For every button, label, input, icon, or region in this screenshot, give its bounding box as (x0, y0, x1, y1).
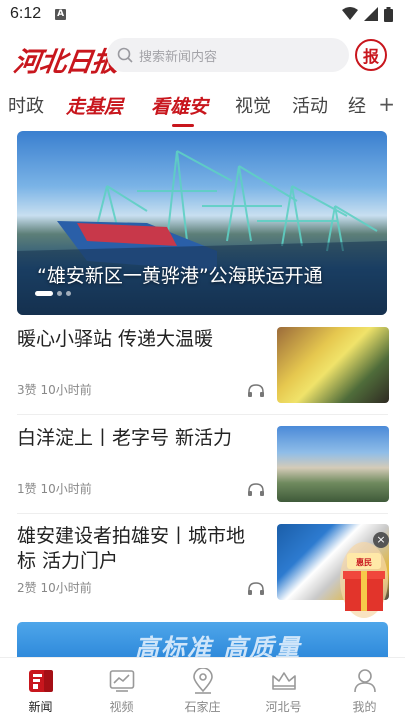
headphones-icon[interactable] (247, 483, 265, 497)
headphones-icon[interactable] (247, 384, 265, 398)
news-meta: 2赞 10小时前 (17, 579, 92, 596)
search-bar[interactable]: 搜索新闻内容 (107, 38, 349, 72)
cellular-icon (364, 7, 378, 21)
close-ad-button[interactable]: × (373, 532, 389, 548)
tab-kanxiongan[interactable]: 看雄安 (151, 92, 208, 119)
news-likes: 2赞 (17, 581, 37, 595)
news-time: 10小时前 (40, 482, 92, 496)
nav-shijiazhuang[interactable]: 石家庄 (162, 658, 243, 721)
news-title: 暖心小驿站 传递大温暖 (17, 328, 214, 350)
news-item[interactable]: 暖心小驿站 传递大温暖 3赞 10小时前 (17, 327, 389, 403)
tab-shijue[interactable]: 视觉 (235, 92, 271, 118)
status-time: 6:12 (10, 5, 42, 22)
headphones-icon[interactable] (247, 582, 265, 596)
bottom-nav: 新闻 视频 石家庄 河北号 我的 (0, 657, 405, 721)
news-time: 10小时前 (40, 581, 92, 595)
tab-zoujiceng[interactable]: 走基层 (66, 92, 123, 119)
divider (17, 513, 388, 514)
status-bar: 6:12 A (0, 0, 405, 28)
news-likes: 3赞 (17, 383, 37, 397)
banner-caption: “雄安新区一黄骅港”公海联运开通 (37, 265, 323, 287)
nav-video[interactable]: 视频 (81, 658, 162, 721)
news-title: 雄安建设者拍雄安丨城市地标 活力门户 (17, 525, 246, 572)
nav-shijiazhuang-label: 石家庄 (184, 700, 221, 714)
nav-hebeihao[interactable]: 河北号 (243, 658, 324, 721)
tab-huodong[interactable]: 活动 (292, 92, 328, 118)
tab-shizheng[interactable]: 时政 (8, 92, 44, 118)
active-tab-indicator (172, 124, 194, 127)
nav-profile[interactable]: 我的 (324, 658, 405, 721)
promo-banner[interactable]: 高标准 高质量 (17, 622, 388, 662)
hero-banner[interactable]: “雄安新区一黄骅港”公海联运开通 (17, 131, 387, 315)
nav-video-label: 视频 (109, 700, 134, 714)
carousel-dot (57, 291, 62, 296)
divider (17, 414, 388, 415)
profile-icon (353, 669, 376, 693)
news-meta: 1赞 10小时前 (17, 480, 92, 497)
svg-text:惠民: 惠民 (356, 557, 372, 567)
newspaper-button[interactable]: 报 (355, 39, 387, 71)
news-item[interactable]: 白洋淀上丨老字号 新活力 1赞 10小时前 (17, 426, 389, 502)
crown-icon (271, 672, 296, 690)
app-header: 河北日报 搜索新闻内容 报 (0, 34, 405, 78)
news-time: 10小时前 (40, 383, 92, 397)
nav-hebeihao-label: 河北号 (265, 700, 302, 714)
nav-profile-label: 我的 (352, 700, 377, 714)
notification-icon: A (55, 8, 67, 20)
news-title: 白洋淀上丨老字号 新活力 (17, 427, 233, 449)
tab-jing[interactable]: 经 (348, 92, 366, 118)
location-icon (192, 668, 213, 694)
wifi-icon (342, 7, 358, 20)
cityscape-photo (277, 426, 389, 502)
news-likes: 1赞 (17, 482, 37, 496)
news-meta: 3赞 10小时前 (17, 381, 92, 398)
add-channel-button[interactable]: + (378, 92, 395, 116)
channel-tabs: 时政 走基层 看雄安 视觉 活动 经 + (0, 88, 405, 128)
volunteer-station-photo (277, 327, 389, 403)
battery-icon (384, 6, 393, 22)
carousel-dot-active (35, 291, 53, 296)
carousel-dots (35, 291, 71, 296)
search-placeholder: 搜索新闻内容 (139, 49, 218, 65)
gift-box-icon: 惠民 (340, 542, 388, 618)
carousel-dot (66, 291, 71, 296)
floating-gift-ad[interactable]: 惠民 × (337, 532, 391, 623)
news-item[interactable]: 雄安建设者拍雄安丨城市地标 活力门户 2赞 10小时前 (17, 524, 389, 600)
video-icon (109, 670, 134, 692)
search-icon (117, 47, 133, 63)
nav-news[interactable]: 新闻 (0, 658, 81, 721)
nav-news-label: 新闻 (28, 700, 53, 714)
app-logo: 河北日报 (11, 47, 120, 78)
news-icon (28, 670, 53, 692)
